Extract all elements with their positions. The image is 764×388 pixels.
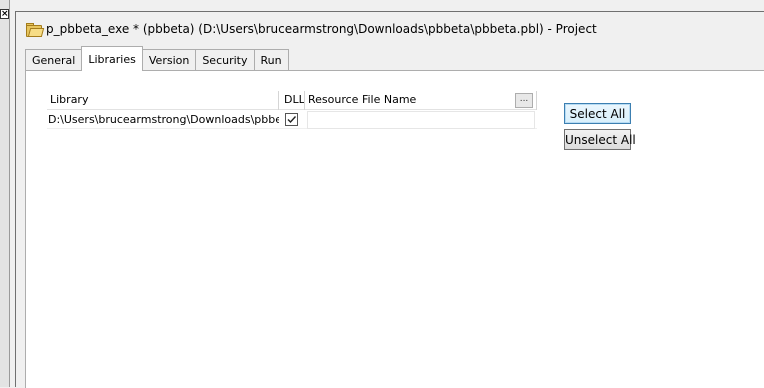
project-window: p_pbbeta_exe * (pbbeta) (D:\Users\brucea…	[15, 11, 764, 388]
close-icon[interactable]: ×	[0, 9, 9, 19]
library-path-cell: D:\Users\brucearmstrong\Downloads\pbbeta…	[48, 113, 279, 126]
tab-libraries[interactable]: Libraries	[81, 46, 143, 71]
select-all-label: Select All	[569, 107, 626, 121]
tab-run[interactable]: Run	[253, 49, 289, 71]
folder-open-icon	[26, 22, 45, 37]
dll-cell	[279, 111, 305, 129]
unselect-all-label: Unselect All	[565, 133, 636, 147]
column-header-dll[interactable]: DLL	[279, 91, 305, 110]
tab-security[interactable]: Security	[195, 49, 255, 71]
window-title: p_pbbeta_exe * (pbbeta) (D:\Users\brucea…	[46, 22, 597, 36]
resource-file-name-input[interactable]	[307, 111, 535, 129]
unselect-all-button[interactable]: Unselect All	[564, 129, 636, 150]
table-header: Library DLL Resource File Name	[47, 91, 537, 110]
tab-version[interactable]: Version	[141, 49, 197, 71]
libraries-panel: Library DLL Resource File Name D:\Users\…	[25, 70, 764, 388]
select-all-button[interactable]: Select All	[564, 103, 631, 124]
column-header-resource-file-name[interactable]: Resource File Name	[305, 91, 537, 110]
column-header-library[interactable]: Library	[47, 91, 279, 110]
left-divider	[9, 0, 10, 387]
table-row[interactable]: D:\Users\brucearmstrong\Downloads\pbbeta…	[47, 111, 537, 129]
title-bar: p_pbbeta_exe * (pbbeta) (D:\Users\brucea…	[16, 12, 764, 46]
tab-general[interactable]: General	[25, 49, 83, 71]
tab-strip: General Libraries Version Security Run	[25, 46, 289, 71]
libraries-table: Library DLL Resource File Name D:\Users\…	[47, 91, 537, 129]
checkmark-icon	[287, 116, 297, 124]
dll-checkbox[interactable]	[285, 113, 298, 126]
browse-resource-button[interactable]: ...	[515, 93, 533, 108]
